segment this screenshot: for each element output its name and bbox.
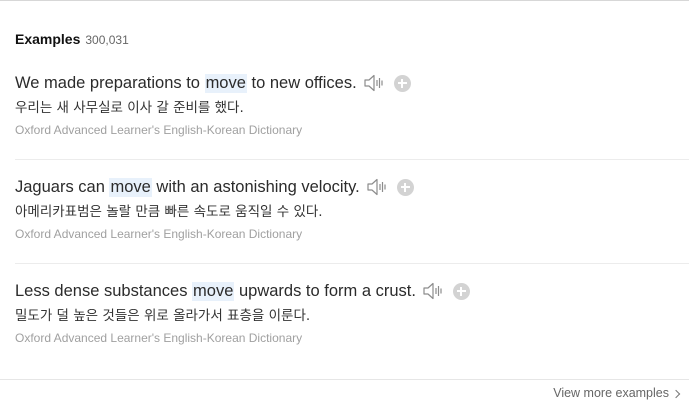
example-translation: 아메리카표범은 놀랄 만큼 빠른 속도로 움직일 수 있다. [15, 204, 323, 220]
example-item: Jaguars can move with an astonishing vel… [15, 175, 689, 241]
examples-title: Examples [15, 31, 81, 47]
add-to-wordbook-button[interactable] [393, 74, 411, 92]
sentence-text-after: to new offices. [246, 73, 357, 92]
example-item: Less dense substances move upwards to fo… [15, 279, 689, 345]
footer-divider [0, 379, 689, 380]
example-divider [15, 263, 689, 264]
speaker-icon[interactable] [366, 177, 388, 197]
example-item: We made preparations to move to new offi… [15, 71, 689, 137]
example-sentence: We made preparations to move to new offi… [15, 71, 689, 95]
speaker-icon[interactable] [363, 73, 385, 93]
example-sentence: Less dense substances move upwards to fo… [15, 279, 689, 303]
chevron-right-icon [671, 389, 681, 398]
add-to-wordbook-button[interactable] [396, 178, 414, 196]
speaker-icon[interactable] [422, 281, 444, 301]
sentence-text-after: upwards to form a crust. [234, 281, 416, 300]
sentence-text-before: Jaguars can [15, 177, 110, 196]
example-source-link[interactable]: Oxford Advanced Learner's English-Korean… [15, 227, 689, 241]
top-divider [0, 0, 689, 1]
add-to-wordbook-button[interactable] [452, 282, 470, 300]
sentence-text-before: Less dense substances [15, 281, 193, 300]
examples-count: 300,031 [85, 33, 129, 47]
sentence-text-after: with an astonishing velocity. [151, 177, 360, 196]
sentence-text-before: We made preparations to [15, 73, 205, 92]
highlighted-keyword: move [204, 73, 247, 93]
examples-header: Examples 300,031 [15, 31, 129, 49]
example-divider [15, 159, 689, 160]
view-more-label: View more examples [553, 386, 669, 400]
view-more-examples-link[interactable]: View more examples [553, 386, 681, 400]
example-sentence: Jaguars can move with an astonishing vel… [15, 175, 689, 199]
example-translation: 우리는 새 사무실로 이사 갈 준비를 했다. [15, 100, 244, 116]
highlighted-keyword: move [192, 281, 235, 301]
example-source-link[interactable]: Oxford Advanced Learner's English-Korean… [15, 331, 689, 345]
example-source-link[interactable]: Oxford Advanced Learner's English-Korean… [15, 123, 689, 137]
example-translation: 밀도가 덜 높은 것들은 위로 올라가서 표층을 이룬다. [15, 308, 311, 324]
highlighted-keyword: move [109, 177, 152, 197]
